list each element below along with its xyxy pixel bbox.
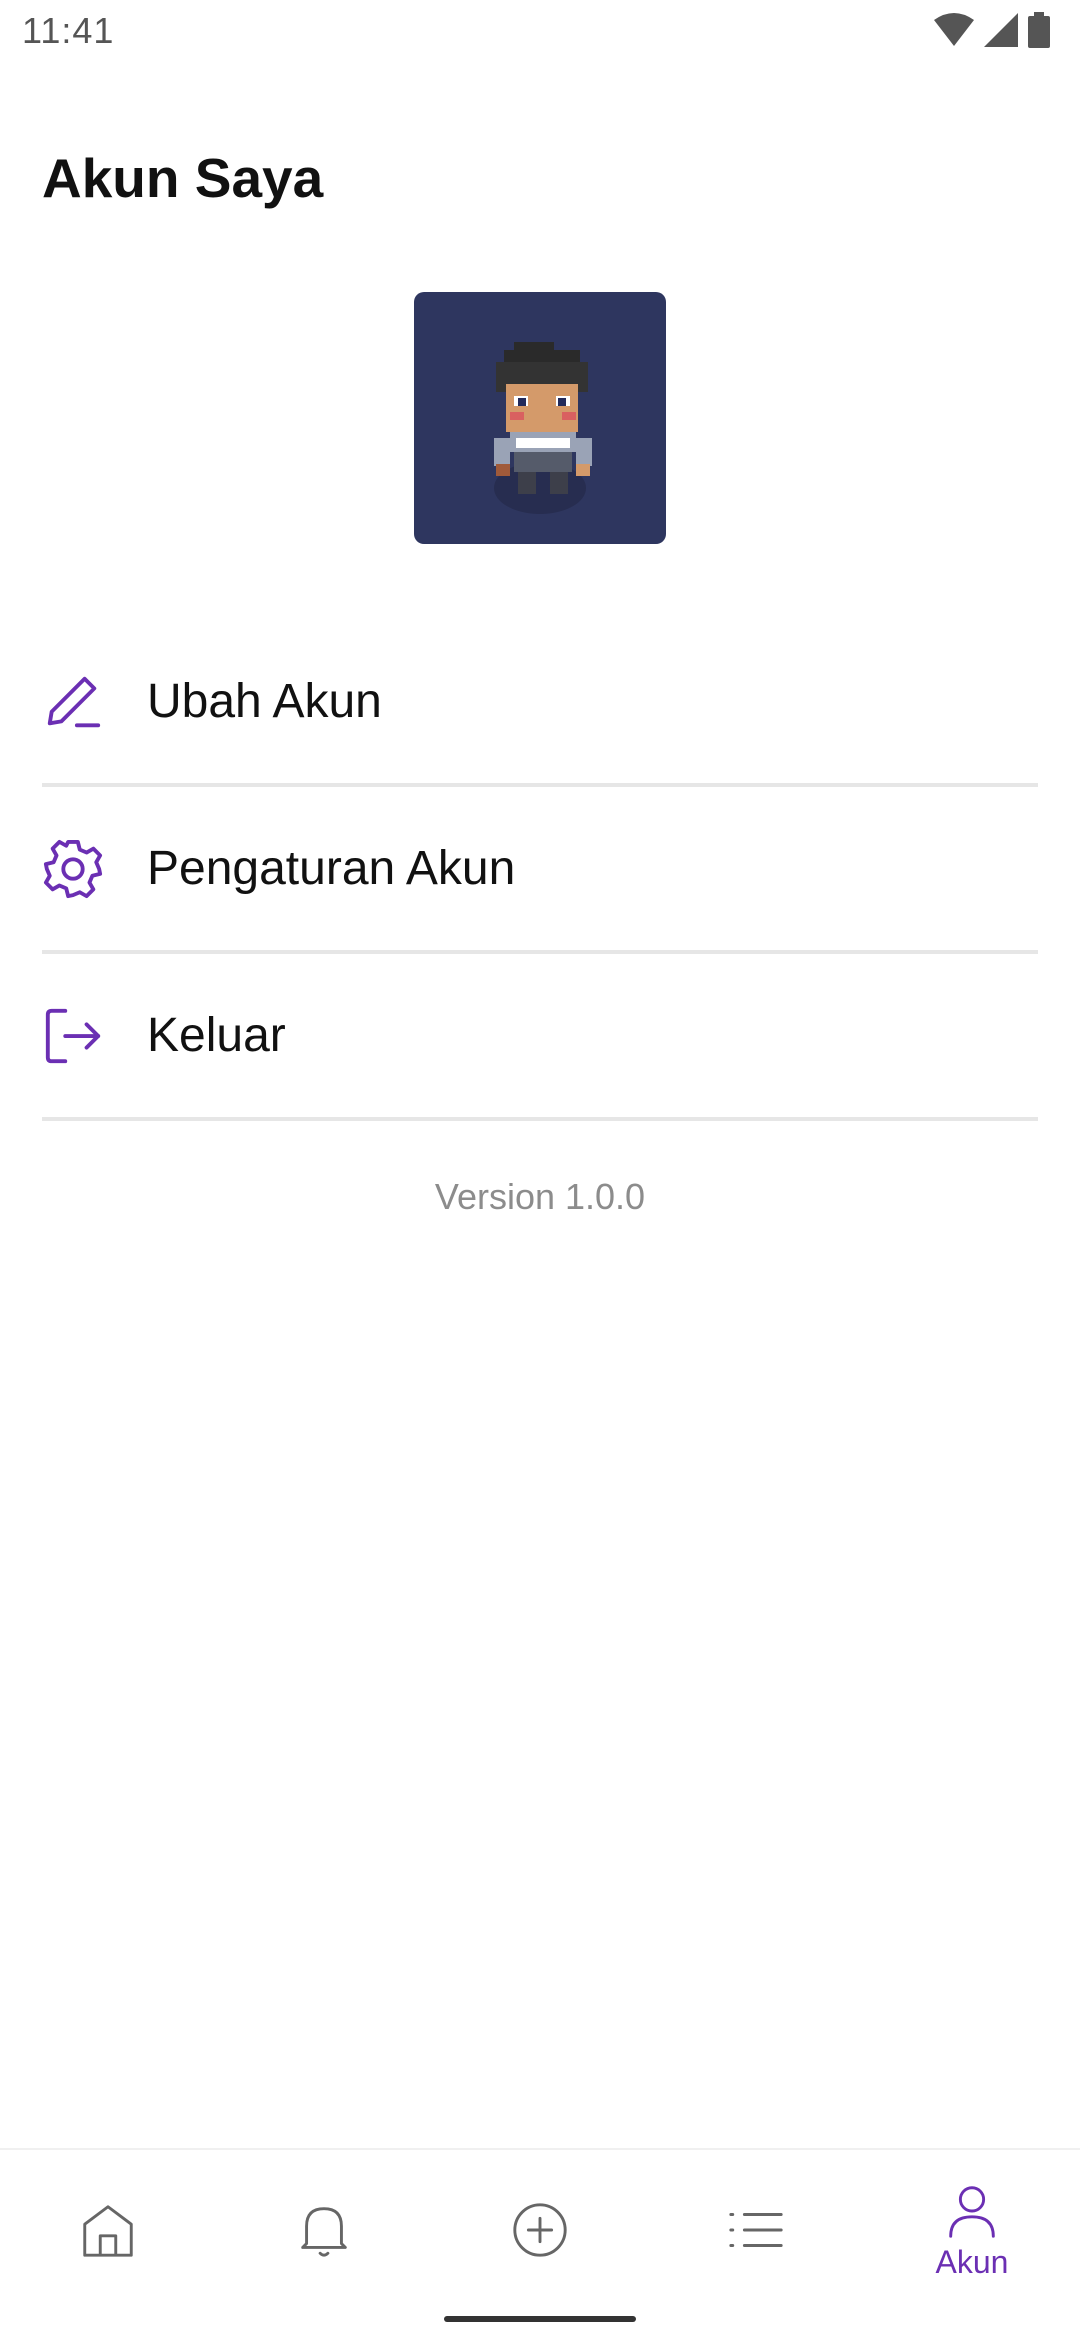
wifi-icon xyxy=(934,13,974,46)
nav-item-notifications[interactable] xyxy=(216,2150,432,2310)
battery-icon xyxy=(1028,12,1050,48)
home-icon xyxy=(83,2205,133,2257)
bottom-nav: Akun xyxy=(0,2148,1080,2340)
menu-item-label: Pengaturan Akun xyxy=(147,842,516,895)
user-icon xyxy=(949,2185,995,2238)
menu-item-label: Keluar xyxy=(147,1009,286,1062)
status-time: 11:41 xyxy=(22,10,115,51)
home-indicator[interactable] xyxy=(444,2316,636,2322)
logout-icon xyxy=(45,1008,101,1063)
nav-item-add[interactable] xyxy=(432,2150,648,2310)
nav-item-akun[interactable]: Akun xyxy=(864,2150,1080,2310)
pencil-icon xyxy=(47,676,101,727)
menu-item-keluar[interactable]: Keluar xyxy=(42,954,1038,1121)
pixel-character-avatar xyxy=(494,342,592,514)
bell-icon xyxy=(301,2207,347,2257)
nav-label-akun: Akun xyxy=(935,2243,1009,2280)
status-icons xyxy=(934,12,1050,48)
status-bar: 11:41 xyxy=(0,0,1080,64)
cellular-icon xyxy=(984,13,1018,47)
account-menu: Ubah Akun Pengaturan Akun Keluar xyxy=(42,620,1038,1121)
plus-circle-icon xyxy=(513,2203,567,2257)
nav-item-list[interactable] xyxy=(648,2150,864,2310)
menu-item-pengaturan-akun[interactable]: Pengaturan Akun xyxy=(42,787,1038,954)
menu-item-ubah-akun[interactable]: Ubah Akun xyxy=(42,620,1038,787)
menu-item-label: Ubah Akun xyxy=(147,675,382,728)
nav-item-home[interactable] xyxy=(0,2150,216,2310)
app-version: Version 1.0.0 xyxy=(434,1176,646,1217)
avatar[interactable] xyxy=(414,292,666,544)
page-title: Akun Saya xyxy=(42,147,324,209)
gear-icon xyxy=(43,839,103,898)
list-icon xyxy=(729,2213,783,2247)
